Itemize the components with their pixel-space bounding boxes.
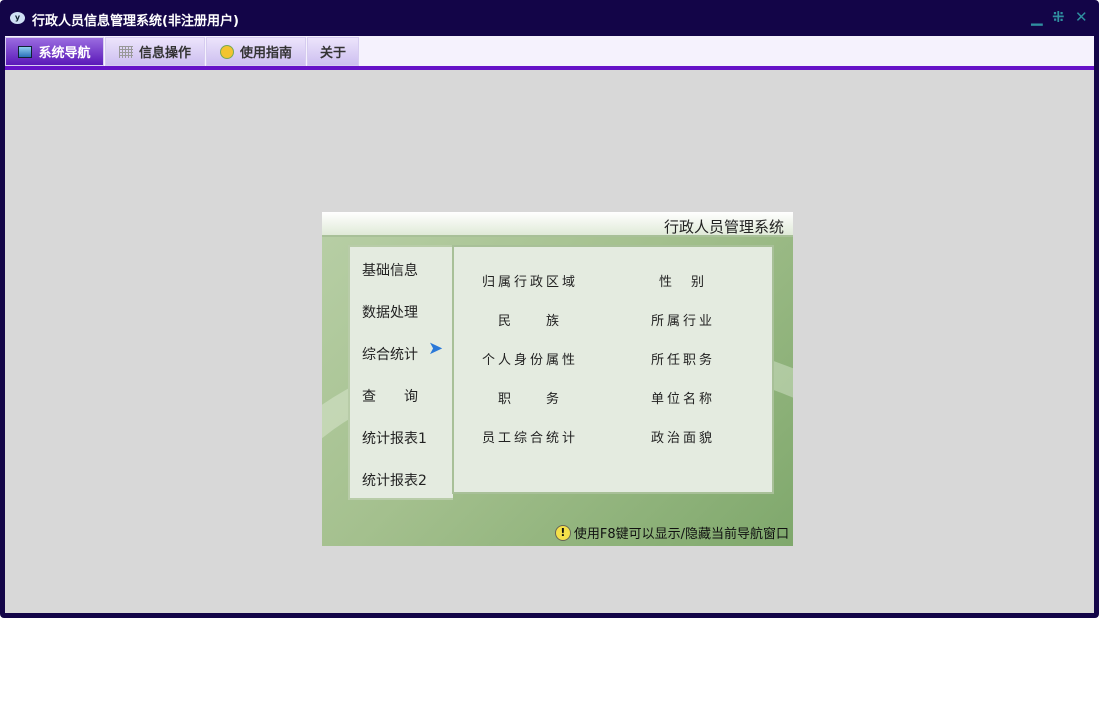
tab-label: 使用指南	[239, 46, 292, 61]
panel-title: 行政人员管理系统	[663, 218, 784, 236]
tab-about[interactable]: 关于	[307, 37, 359, 66]
app-logo-icon: y	[10, 12, 25, 24]
tab-user-guide[interactable]: 使用指南	[206, 37, 306, 66]
item-industry[interactable]: 所属行业	[613, 310, 753, 329]
hint-label: 使用F8键可以显示/隐藏当前导航窗口	[573, 527, 789, 542]
item-political-status[interactable]: 政治面貌	[613, 427, 753, 446]
grid-icon	[118, 45, 133, 58]
help-icon	[219, 44, 234, 59]
panel-header: 行政人员管理系统	[322, 212, 793, 237]
item-duty[interactable]: 职 务	[460, 388, 600, 407]
menu-report-2[interactable]: 统计报表2	[362, 470, 427, 490]
item-region[interactable]: 归属行政区域	[460, 271, 600, 290]
menu-statistics[interactable]: 综合统计	[362, 344, 418, 364]
item-position[interactable]: 所任职务	[613, 349, 753, 368]
window-title: 行政人员信息管理系统(非注册用户)	[32, 14, 239, 29]
restore-icon[interactable]: ⁜	[1052, 8, 1065, 26]
item-identity[interactable]: 个人身份属性	[460, 349, 600, 368]
menu-query[interactable]: 查 询	[362, 386, 418, 406]
minimize-icon[interactable]: ▁	[1031, 8, 1043, 26]
item-unit-name[interactable]: 单位名称	[613, 388, 753, 407]
tab-label: 关于	[319, 46, 346, 61]
bulb-icon: !	[554, 524, 571, 541]
item-gender[interactable]: 性 别	[613, 271, 753, 290]
app-window: y 行政人员信息管理系统(非注册用户) ▁ ⁜ ✕ 系统导航 信息操作 使用指南…	[0, 0, 1099, 618]
menu-basic-info[interactable]: 基础信息	[362, 260, 418, 280]
item-employee-stats[interactable]: 员工综合统计	[460, 427, 600, 446]
left-menu	[348, 245, 453, 500]
tab-info-ops[interactable]: 信息操作	[105, 37, 205, 66]
close-icon[interactable]: ✕	[1075, 8, 1088, 26]
tab-label: 信息操作	[138, 46, 191, 61]
menu-data-processing[interactable]: 数据处理	[362, 302, 418, 322]
navigation-panel: 行政人员管理系统 基础信息 数据处理 综合统计 ➤ 查 询 统计报表1 统计报表…	[322, 212, 793, 546]
tab-bar: 系统导航 信息操作 使用指南 关于	[5, 36, 1094, 66]
tab-label: 系统导航	[38, 46, 91, 61]
tab-system-nav[interactable]: 系统导航	[5, 37, 104, 66]
arrow-right-icon: ➤	[428, 338, 444, 359]
menu-report-1[interactable]: 统计报表1	[362, 428, 427, 448]
monitor-icon	[18, 45, 33, 58]
hint-text: ! 使用F8键可以显示/隐藏当前导航窗口	[554, 523, 789, 542]
item-ethnicity[interactable]: 民 族	[460, 310, 600, 329]
